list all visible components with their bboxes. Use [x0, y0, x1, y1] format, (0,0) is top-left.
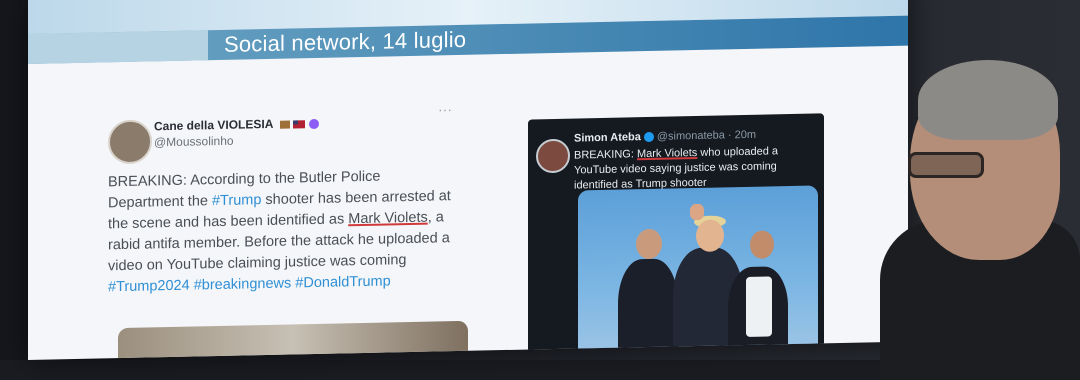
tweet-photo: [578, 185, 818, 361]
highlighted-name: Mark Violets: [348, 209, 428, 228]
tweet-text: BREAKING: According to the Butler Police…: [108, 168, 451, 296]
hashtag: #Trump2024: [108, 277, 190, 296]
presenter-figure: [880, 60, 1080, 380]
slide-title: Social network, 14 luglio: [224, 26, 467, 57]
more-options-icon: ···: [438, 101, 452, 118]
tweet-author-line: Simon Ateba @simonateba · 20m: [574, 128, 757, 145]
highlighted-name: Mark Violets: [636, 146, 698, 161]
hashtag: #Trump: [211, 192, 262, 210]
tweet-handle: @Moussolinho: [154, 133, 234, 150]
tweet-display-name: Cane della VIOLESIA: [154, 116, 320, 133]
hashtag: #DonaldTrump: [295, 273, 391, 292]
projection-screen: Social network, 14 luglio Cane della VIO…: [28, 0, 908, 361]
glasses-icon: [908, 152, 984, 178]
emoji-badges-icon: [280, 118, 320, 129]
avatar: [536, 138, 570, 174]
hashtag: #breakingnews: [193, 275, 292, 294]
slide-header-accent: [28, 30, 208, 64]
tweet-card-left: Cane della VIOLESIA @Moussolinho ··· BRE…: [108, 100, 488, 361]
tweet-card-right: Simon Ateba @simonateba · 20m BREAKING: M…: [528, 113, 824, 361]
verified-badge-icon: [643, 131, 654, 143]
avatar: [108, 119, 152, 165]
